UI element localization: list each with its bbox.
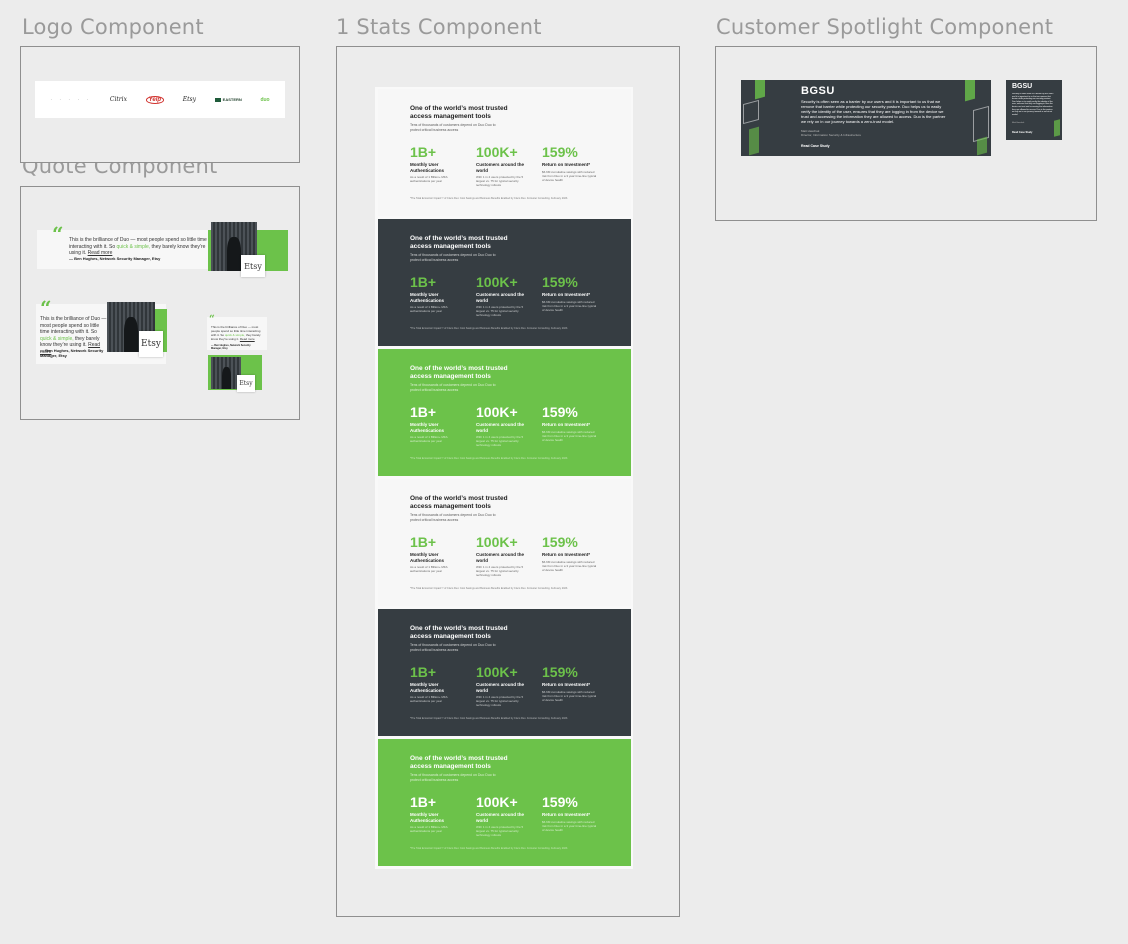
stats-subheading: Tens of thousands of customers depend on… [410, 383, 496, 392]
deco-shape [755, 80, 765, 100]
stats-footnote: *The Total Economic Impact™ of Cisco Duo… [410, 847, 568, 850]
deco-shape [1054, 119, 1060, 137]
stat-item: 100K+ Customers around the world With 1 in… [476, 404, 525, 447]
spotlight-author: Matt Haschak [1012, 122, 1025, 124]
logo-dots: · · · · · [50, 96, 92, 103]
logo-red: Yelp [145, 95, 165, 104]
deco-shape [749, 126, 759, 156]
frame-title-spotlight: Customer Spotlight Component [716, 15, 1054, 39]
stats-heading: One of the world’s most trusted access m… [410, 105, 508, 120]
stat-item: 159% Return on Investment* $6.6M cumulativ… [542, 144, 597, 182]
stats-component-frame[interactable]: One of the world’s most trusted access m… [336, 46, 680, 917]
spotlight-role: Director, Information Security & Infrast… [801, 133, 862, 137]
stat-item: 100K+ Customers around the world With 1 in… [476, 144, 525, 187]
stat-item: 159% Return on Investment* $6.6M cumulativ… [542, 534, 597, 572]
stats-footnote: *The Total Economic Impact™ of Cisco Duo… [410, 327, 568, 330]
stats-footnote: *The Total Economic Impact™ of Cisco Duo… [410, 197, 568, 200]
stat-item: 1B+ Monthly User Authentications As a resu… [410, 664, 448, 703]
quote-component-frame[interactable]: “ This is the brilliance of Duo — most p… [20, 186, 300, 420]
stats-card-dark: One of the world’s most trusted access m… [378, 219, 631, 346]
stats-footnote: *The Total Economic Impact™ of Cisco Duo… [410, 457, 568, 460]
stat-item: 159% Return on Investment* $6.6M cumulativ… [542, 274, 597, 312]
quote-author: — Ben Hughes, Network Security Manager, … [69, 256, 161, 261]
stat-item: 100K+ Customers around the world With 1 in… [476, 794, 525, 837]
quote-mark-icon: “ [40, 296, 52, 320]
stats-heading: One of the world’s most trusted access m… [410, 365, 508, 380]
stat-item: 1B+ Monthly User Authentications As a resu… [410, 144, 448, 183]
stats-footnote: *The Total Economic Impact™ of Cisco Duo… [410, 717, 568, 720]
logo-component-frame[interactable]: · · · · · Citrix Yelp Etsy EASTERN duo [20, 46, 300, 163]
quote-text: This is the brilliance of Duo — most peo… [211, 325, 261, 341]
stat-item: 1B+ Monthly User Authentications As a resu… [410, 534, 448, 573]
stats-subheading: Tens of thousands of customers depend on… [410, 773, 496, 782]
quote-author: — Ben Hughes, Network Security Manager, … [40, 348, 104, 358]
read-case-study-link[interactable]: Read Case Study [801, 144, 830, 148]
stat-item: 1B+ Monthly User Authentications As a resu… [410, 274, 448, 313]
logo-strip: · · · · · Citrix Yelp Etsy EASTERN duo [35, 81, 285, 118]
stats-subheading: Tens of thousands of customers depend on… [410, 123, 496, 132]
stats-heading: One of the world’s most trusted access m… [410, 235, 508, 250]
stats-subheading: Tens of thousands of customers depend on… [410, 253, 496, 262]
stats-heading: One of the world’s most trusted access m… [410, 755, 508, 770]
logo-script: Citrix [109, 96, 127, 103]
spotlight-brand-logo: BGSU [1012, 83, 1033, 90]
etsy-logo-card: Etsy [241, 255, 265, 277]
read-case-study-link[interactable]: Read Case Study [1012, 131, 1032, 134]
spotlight-component-frame[interactable]: BGSU Security is often seen as a barrier… [715, 46, 1097, 221]
logo-eastern: EASTERN [214, 97, 242, 102]
read-more-link[interactable]: Read more [240, 337, 255, 341]
stat-item: 159% Return on Investment* $6.6M cumulativ… [542, 664, 597, 702]
quote-author: — Ben Hughes, Network Security Manager, … [211, 344, 251, 350]
logo-signature: Etsy [182, 96, 196, 103]
deco-shape [743, 99, 759, 125]
stats-subheading: Tens of thousands of customers depend on… [410, 643, 496, 652]
spotlight-card-narrow: BGSU Security is often seen as a barrier… [1006, 80, 1062, 140]
quote-mark-icon: “ [209, 314, 215, 325]
spotlight-quote: Security is often seen as a barrier by o… [801, 99, 946, 124]
stats-subheading: Tens of thousands of customers depend on… [410, 513, 496, 522]
stats-footnote: *The Total Economic Impact™ of Cisco Duo… [410, 587, 568, 590]
spotlight-brand-logo: BGSU [801, 85, 835, 97]
stats-card-dark: One of the world’s most trusted access m… [378, 609, 631, 736]
quote-text: This is the brilliance of Duo — most peo… [69, 237, 207, 256]
stats-card-light: One of the world’s most trusted access m… [378, 479, 631, 606]
stats-heading: One of the world’s most trusted access m… [410, 625, 508, 640]
frame-title-logo: Logo Component [22, 15, 204, 39]
spotlight-card-wide: BGSU Security is often seen as a barrier… [741, 80, 991, 156]
stats-heading: One of the world’s most trusted access m… [410, 495, 508, 510]
quote-mark-icon: “ [52, 222, 64, 246]
stat-item: 100K+ Customers around the world With 1 in… [476, 664, 525, 707]
stats-card-light: One of the world’s most trusted access m… [378, 89, 631, 216]
logo-green: duo [260, 96, 270, 103]
stat-item: 100K+ Customers around the world With 1 in… [476, 274, 525, 317]
etsy-logo-card: Etsy [237, 375, 255, 392]
stat-item: 159% Return on Investment* $6.6M cumulativ… [542, 404, 597, 442]
deco-shape [965, 80, 975, 102]
stat-item: 159% Return on Investment* $6.6M cumulativ… [542, 794, 597, 832]
etsy-logo-card: Etsy [139, 331, 163, 357]
stats-card-green: One of the world’s most trusted access m… [378, 349, 631, 476]
deco-shape [977, 136, 987, 156]
stat-item: 100K+ Customers around the world With 1 in… [476, 534, 525, 577]
stat-item: 1B+ Monthly User Authentications As a resu… [410, 404, 448, 443]
frame-title-stats: 1 Stats Component [336, 15, 542, 39]
stats-card-green: One of the world’s most trusted access m… [378, 739, 631, 866]
stat-item: 1B+ Monthly User Authentications As a resu… [410, 794, 448, 833]
spotlight-quote: Security is often seen as a barrier by o… [1012, 93, 1054, 116]
